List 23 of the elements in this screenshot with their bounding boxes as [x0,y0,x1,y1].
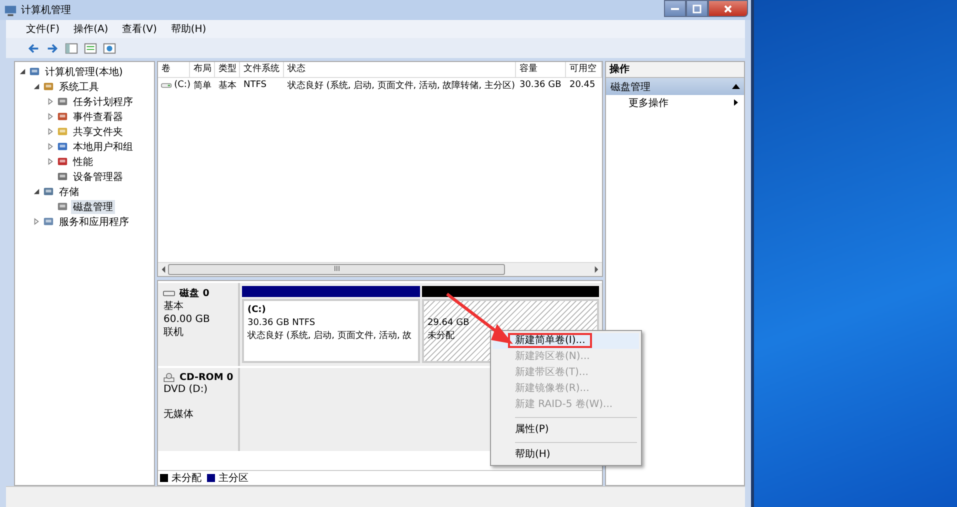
table-cell: (C:) [174,80,190,90]
partition-name: (C:) [247,304,266,316]
partition-detail: 29.64 GB [427,317,470,329]
table-cell: 20.45 [569,80,596,90]
disk-detail: 60.00 GB [163,314,210,326]
legend-label: 主分区 [218,472,248,485]
disk-detail: 基本 [163,301,184,313]
disk-name: CD-ROM 0 [179,372,234,383]
disk-detail: DVD (D:) [163,384,208,396]
disk-name: 磁盘 0 [179,287,210,300]
table-cell-text: 基本 [218,80,236,92]
table-cell-text: 简单 [193,80,212,92]
table-cell-text: 状态良好 (系统, 启动, 页面文件, 活动, 故障转储, 主分区) [287,80,515,92]
legend-label: 未分配 [171,472,202,485]
disk-detail: 联机 [163,327,184,339]
table-cell: 30.36 GB [519,80,562,90]
actions-header: 操作 [606,62,744,78]
disk-detail: 无媒体 [163,409,194,421]
partition-detail: 状态良好 (系统, 启动, 页面文件, 活动, 故 [247,330,412,342]
table-cell: NTFS [243,80,266,90]
window-title: 计算机管理 [21,4,71,17]
partition-detail: 未分配 [427,330,454,342]
partition-detail: 30.36 GB NTFS [247,317,316,329]
